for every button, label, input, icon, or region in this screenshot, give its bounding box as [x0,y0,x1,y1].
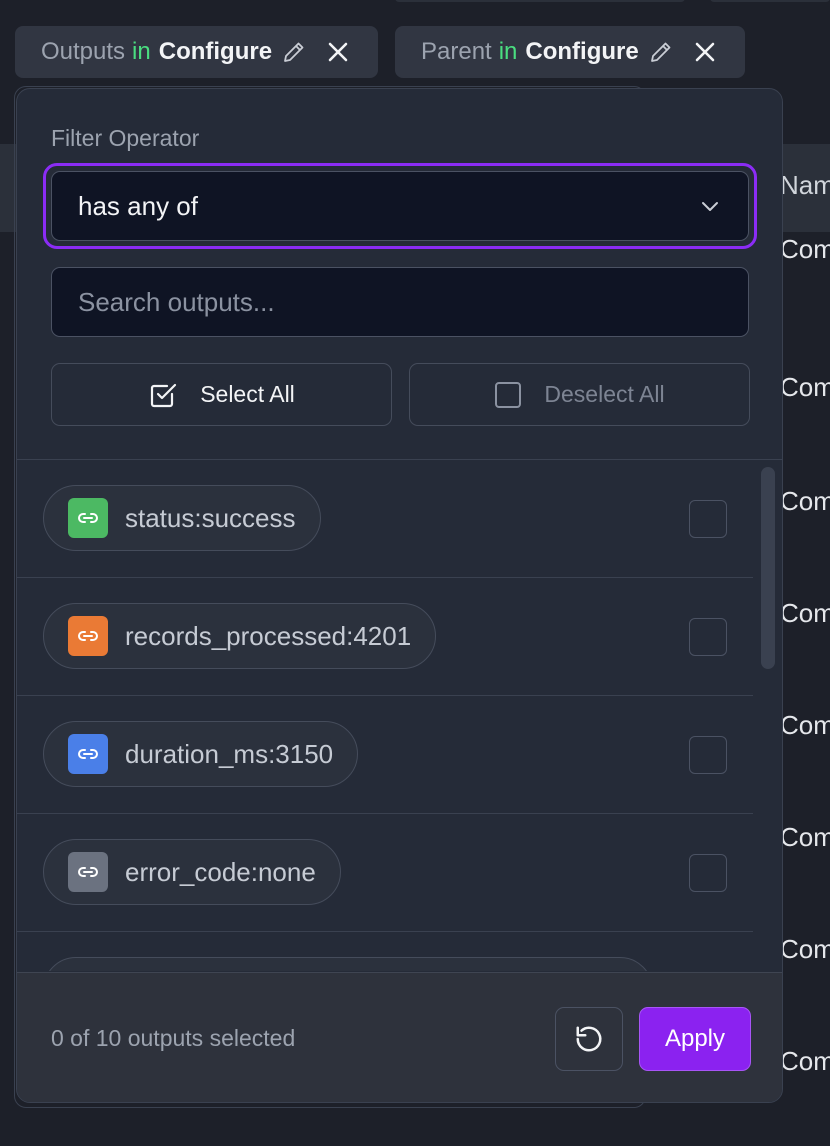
chip-operator: in [498,38,518,65]
toolbar-edge [395,0,685,2]
table-cell[interactable]: Comp [780,822,830,853]
item-checkbox[interactable] [689,500,727,538]
select-all-button[interactable]: Select All [51,363,392,426]
output-label: status:success [125,502,296,533]
operator-select[interactable]: has any of [51,171,749,241]
output-tag: records_processed:4201 [43,603,437,669]
chip-operator: in [132,38,151,65]
output-tag: status:success [43,485,321,551]
list-item[interactable] [17,932,753,971]
link-icon [68,852,108,892]
filter-chip-parent[interactable]: Parent in Configure [395,26,745,78]
output-label: error_code:none [125,856,316,887]
output-label: duration_ms:3150 [125,738,334,769]
table-cell[interactable]: Comp [780,598,830,629]
table-cell[interactable]: Comp [780,486,830,517]
table-cell[interactable]: Comp [780,234,830,265]
checkbox-checked-icon [148,380,178,410]
selection-count: 0 of 10 outputs selected [51,1025,296,1051]
chip-field: Parent [421,38,492,65]
column-header-name[interactable]: Name [780,170,830,201]
search-input[interactable] [51,267,749,337]
checkbox-empty-icon [494,381,522,409]
output-label: records_processed:4201 [125,620,412,651]
pencil-icon[interactable] [282,40,306,64]
table-cell[interactable]: Comp [780,1046,830,1077]
scrollbar[interactable] [761,467,775,669]
table-cell[interactable]: Comp [780,934,830,965]
list-item[interactable]: error_code:none [17,814,753,932]
operator-selected-value: has any of [78,190,198,221]
table-cell[interactable]: Comp [780,710,830,741]
deselect-all-label: Deselect All [544,381,665,407]
output-tag: duration_ms:3150 [43,721,359,787]
popover-footer: 0 of 10 outputs selected Apply [17,972,782,1102]
item-checkbox[interactable] [689,736,727,774]
reset-icon [574,1024,604,1054]
deselect-all-button[interactable]: Deselect All [409,363,750,426]
select-all-label: Select All [200,381,295,407]
outputs-list: status:success records_processed:4201 du… [17,460,753,971]
link-icon [68,616,108,656]
list-item[interactable]: duration_ms:3150 [17,696,753,814]
item-checkbox[interactable] [689,618,727,656]
pencil-icon[interactable] [649,40,673,64]
link-icon [68,498,108,538]
output-tag: error_code:none [43,839,341,905]
chip-target: Configure [158,38,273,65]
item-checkbox[interactable] [689,854,727,892]
chip-field: Outputs [41,38,126,65]
close-icon[interactable] [693,40,717,64]
list-item[interactable]: status:success [17,460,753,578]
apply-button[interactable]: Apply [639,1007,751,1071]
toolbar-edge [710,0,830,2]
output-tag [43,957,653,971]
filter-popover: Filter Operator has any of Select All De… [16,88,783,1103]
filter-operator-label: Filter Operator [51,125,200,151]
list-item[interactable]: records_processed:4201 [17,578,753,696]
close-icon[interactable] [326,40,350,64]
table-cell[interactable]: Comp [780,372,830,403]
filter-chip-outputs[interactable]: Outputs in Configure [15,26,378,78]
link-icon [68,734,108,774]
chip-target: Configure [525,38,639,65]
chevron-down-icon [698,194,722,218]
reset-button[interactable] [555,1007,623,1071]
